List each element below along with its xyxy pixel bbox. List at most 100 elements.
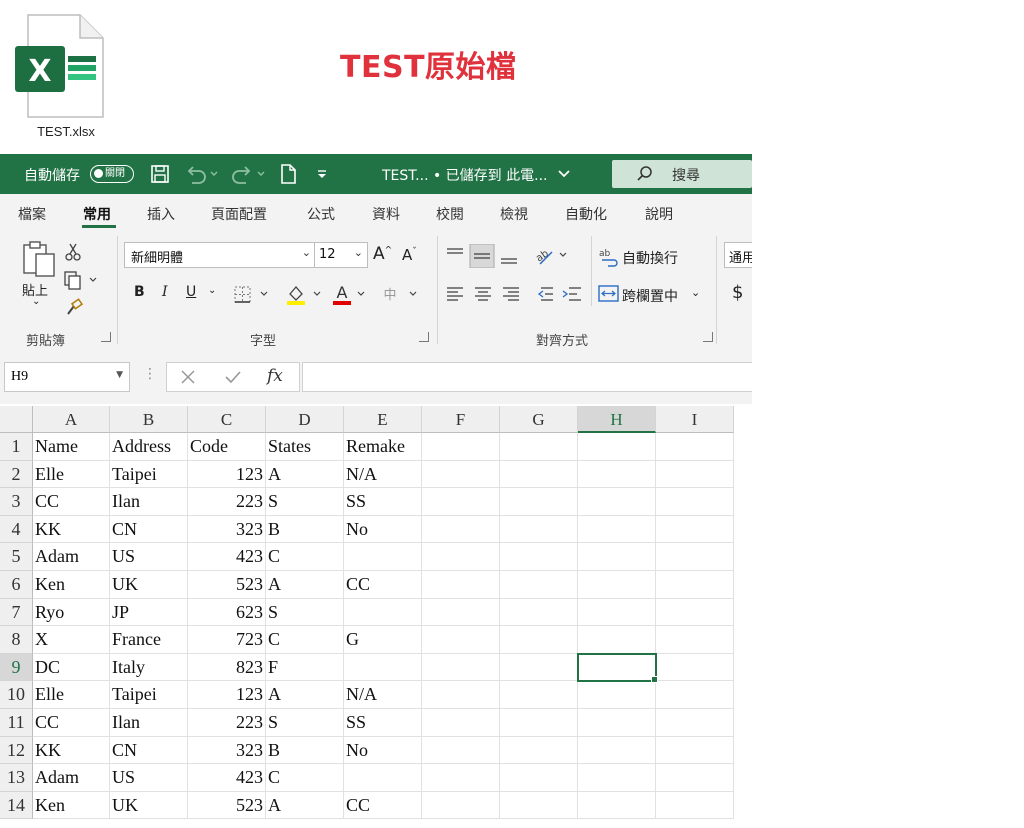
- cell-b9[interactable]: Italy: [110, 653, 188, 682]
- cell-d4[interactable]: B: [266, 515, 344, 544]
- number-format-select[interactable]: 通用: [724, 242, 752, 268]
- cell-g14[interactable]: [500, 791, 578, 820]
- cell-f6[interactable]: [422, 571, 500, 599]
- column-header-h[interactable]: H: [578, 406, 656, 433]
- cell-e7[interactable]: [344, 598, 422, 627]
- cell-f4[interactable]: [422, 515, 500, 544]
- new-file-icon[interactable]: [278, 163, 298, 185]
- document-title[interactable]: TEST... • 已儲存到 此電...: [382, 165, 547, 185]
- cell-i9[interactable]: [656, 653, 734, 682]
- cell-c3[interactable]: 223: [188, 488, 266, 516]
- fill-color-icon[interactable]: [284, 282, 326, 306]
- cell-b6[interactable]: UK: [110, 571, 188, 599]
- cell-g1[interactable]: [500, 433, 578, 461]
- cell-d11[interactable]: S: [266, 709, 344, 737]
- cell-e9[interactable]: [344, 653, 422, 682]
- cell-e2[interactable]: N/A: [344, 460, 422, 489]
- cell-e8[interactable]: G: [344, 626, 422, 654]
- cell-a11[interactable]: CC: [33, 709, 110, 737]
- cell-g6[interactable]: [500, 571, 578, 599]
- cell-f10[interactable]: [422, 681, 500, 709]
- tab-insert[interactable]: 插入: [147, 204, 175, 224]
- row-header[interactable]: 14: [0, 791, 33, 820]
- cell-h12[interactable]: [578, 736, 656, 765]
- cell-h11[interactable]: [578, 709, 656, 737]
- paste-dropdown-icon[interactable]: ⌄: [32, 296, 40, 307]
- cell-d10[interactable]: A: [266, 681, 344, 709]
- cell-c9[interactable]: 823: [188, 653, 266, 682]
- tab-view[interactable]: 檢視: [500, 204, 528, 224]
- cell-b4[interactable]: CN: [110, 515, 188, 544]
- phonetic-guide-icon[interactable]: 中: [380, 284, 420, 304]
- save-icon[interactable]: [150, 163, 170, 185]
- cell-i10[interactable]: [656, 681, 734, 709]
- cell-g7[interactable]: [500, 598, 578, 627]
- alignment-launcher-icon[interactable]: [703, 332, 713, 342]
- copy-icon[interactable]: [62, 270, 100, 290]
- cell-b7[interactable]: JP: [110, 598, 188, 627]
- row-header[interactable]: 6: [0, 571, 33, 599]
- row-header[interactable]: 8: [0, 626, 33, 654]
- vertical-align-icons[interactable]: [444, 244, 528, 268]
- cell-c10[interactable]: 123: [188, 681, 266, 709]
- fill-handle[interactable]: [651, 676, 658, 683]
- cell-e1[interactable]: Remake: [344, 433, 422, 461]
- cell-f12[interactable]: [422, 736, 500, 765]
- wrap-text-icon[interactable]: ab: [598, 246, 620, 268]
- cell-c4[interactable]: 323: [188, 515, 266, 544]
- cell-i6[interactable]: [656, 571, 734, 599]
- cell-c8[interactable]: 723: [188, 626, 266, 654]
- cell-i12[interactable]: [656, 736, 734, 765]
- cell-a1[interactable]: Name: [33, 433, 110, 461]
- cut-icon[interactable]: [64, 242, 82, 262]
- cell-c6[interactable]: 523: [188, 571, 266, 599]
- font-size-select[interactable]: 12 ⌄: [314, 242, 368, 268]
- cell-b12[interactable]: CN: [110, 736, 188, 765]
- tab-page-layout[interactable]: 頁面配置: [211, 204, 267, 224]
- cell-h3[interactable]: [578, 488, 656, 516]
- cell-e3[interactable]: SS: [344, 488, 422, 516]
- cell-d12[interactable]: B: [266, 736, 344, 765]
- row-header[interactable]: 3: [0, 488, 33, 516]
- row-header[interactable]: 13: [0, 764, 33, 792]
- cell-c14[interactable]: 523: [188, 791, 266, 820]
- font-color-icon[interactable]: A: [330, 282, 372, 306]
- orientation-icon[interactable]: ab: [534, 244, 570, 268]
- cell-b1[interactable]: Address: [110, 433, 188, 461]
- cell-h10[interactable]: [578, 681, 656, 709]
- cell-c5[interactable]: 423: [188, 543, 266, 571]
- worksheet-grid[interactable]: ABCDEFGHI 1 Name Address Code States Remake 2 E…: [0, 406, 752, 828]
- format-painter-icon[interactable]: [64, 298, 84, 318]
- cell-d8[interactable]: C: [266, 626, 344, 654]
- cell-a2[interactable]: Elle: [33, 460, 110, 489]
- column-header-e[interactable]: E: [344, 406, 422, 433]
- cell-g9[interactable]: [500, 653, 578, 682]
- cancel-icon[interactable]: [181, 370, 195, 384]
- tab-formulas[interactable]: 公式: [307, 204, 335, 224]
- search-box[interactable]: 搜尋: [612, 160, 752, 188]
- cell-c2[interactable]: 123: [188, 460, 266, 489]
- cell-g5[interactable]: [500, 543, 578, 571]
- cell-a4[interactable]: KK: [33, 515, 110, 544]
- cell-g13[interactable]: [500, 764, 578, 792]
- cell-i2[interactable]: [656, 460, 734, 489]
- cell-f7[interactable]: [422, 598, 500, 627]
- column-header-f[interactable]: F: [422, 406, 500, 433]
- row-header[interactable]: 1: [0, 433, 33, 461]
- cell-b11[interactable]: Ilan: [110, 709, 188, 737]
- wrap-text-button[interactable]: 自動換行: [622, 248, 678, 268]
- redo-icon[interactable]: [228, 163, 268, 185]
- cell-h7[interactable]: [578, 598, 656, 627]
- cell-i1[interactable]: [656, 433, 734, 461]
- cell-h8[interactable]: [578, 626, 656, 654]
- cell-f1[interactable]: [422, 433, 500, 461]
- underline-dropdown-icon[interactable]: ⌄: [208, 285, 216, 296]
- paste-icon[interactable]: [20, 240, 58, 278]
- cell-i4[interactable]: [656, 515, 734, 544]
- row-header[interactable]: 9: [0, 653, 33, 682]
- cell-e13[interactable]: [344, 764, 422, 792]
- cell-d14[interactable]: A: [266, 791, 344, 820]
- row-header[interactable]: 11: [0, 709, 33, 737]
- cell-h5[interactable]: [578, 543, 656, 571]
- cell-e4[interactable]: No: [344, 515, 422, 544]
